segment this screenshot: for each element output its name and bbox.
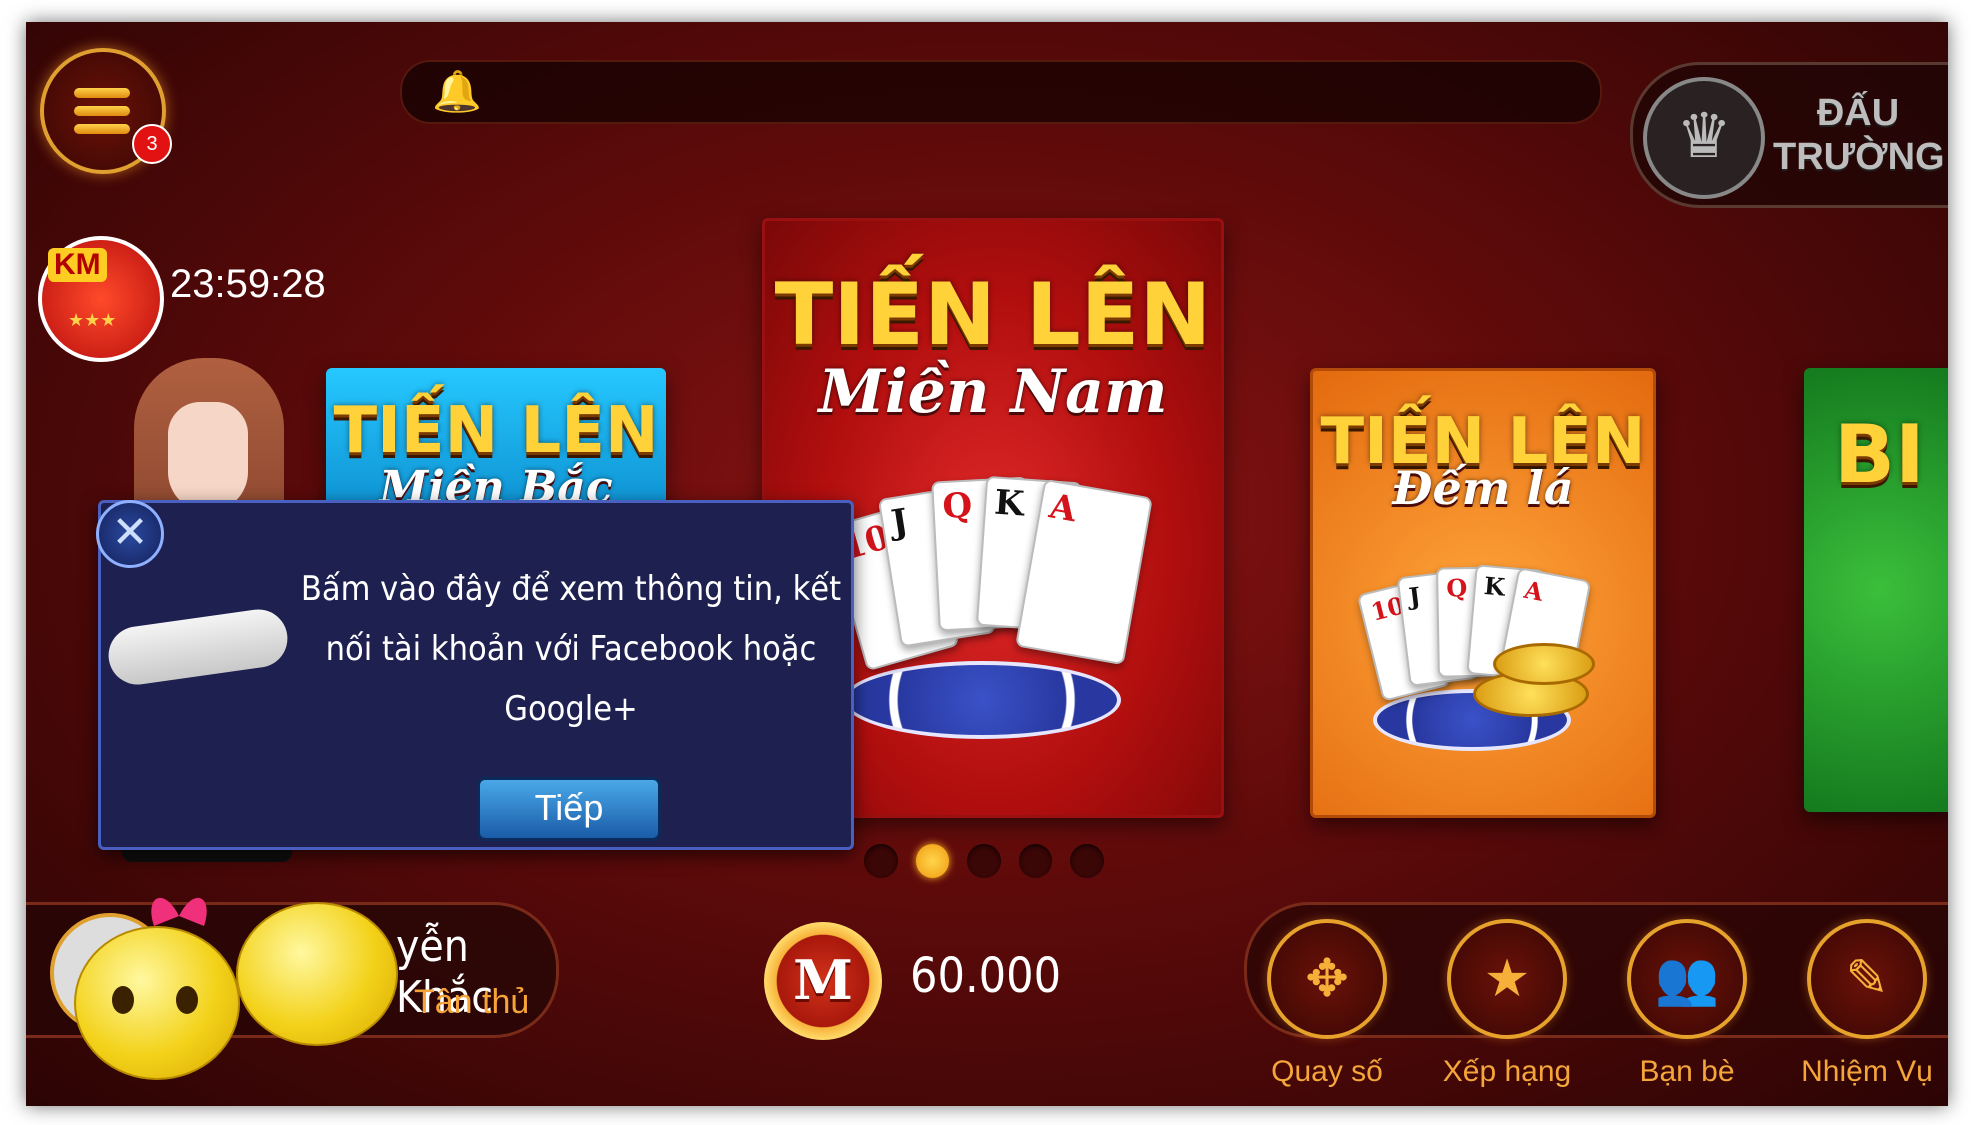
continue-button[interactable]: Tiếp — [477, 777, 661, 841]
bow-icon — [151, 897, 207, 926]
bell-icon: 🔔 — [432, 70, 482, 114]
tooltip-message: Bấm vào đây để xem thông tin, kết nối tà… — [300, 569, 842, 729]
stars-icon: ★★★ — [68, 310, 117, 330]
game-card-tien-len-dem-la[interactable]: TIẾN LÊN Đếm lá 10 J Q K A — [1310, 368, 1656, 818]
close-icon[interactable]: ✕ — [96, 500, 164, 568]
chick-eye — [112, 986, 134, 1014]
carousel-dot[interactable] — [864, 844, 898, 878]
chick-mascot — [74, 926, 240, 1080]
game-card-tien-len-mien-bac[interactable]: TIẾN LÊN Miền Bắc — [326, 368, 666, 518]
roulette-icon: ✥ — [1267, 919, 1387, 1039]
nav-label: Bạn bè — [1639, 1055, 1735, 1088]
bottom-nav: ✥ Quay số ★ Xếp hạng 👥 Bạn bè ✎ Nhiệm Vụ — [1244, 902, 1948, 1088]
chick-eye — [176, 986, 198, 1014]
arena-label: ĐẤU TRƯỜNG — [1773, 91, 1945, 179]
game-subtitle: Miền Nam — [818, 357, 1168, 427]
nav-friends[interactable]: 👥 Bạn bè — [1607, 919, 1767, 1089]
playing-cards-icon: 10 J Q K A — [826, 471, 1153, 672]
game-title: TIẾN LÊN — [333, 394, 659, 468]
star-laurel-icon: ★ — [1447, 919, 1567, 1039]
poker-chip-icon — [843, 661, 1121, 739]
nav-label: Nhiệm Vụ — [1801, 1055, 1933, 1088]
nav-ranking[interactable]: ★ Xếp hạng — [1427, 919, 1587, 1089]
arena-button[interactable]: ♛ ĐẤU TRƯỜNG — [1630, 62, 1948, 208]
game-card-next[interactable]: BI — [1804, 368, 1948, 812]
carousel-dot[interactable] — [915, 844, 950, 878]
game-lobby-screen: 3 🔔 ♛ ĐẤU TRƯỜNG KM ★★★ 23:59:28 TIẾN LÊ… — [26, 22, 1948, 1106]
coin-balance: 60.000 — [910, 948, 1062, 1004]
carousel-dot[interactable] — [1018, 844, 1053, 878]
notification-badge: 3 — [132, 124, 172, 164]
crown-icon: ♛ — [1643, 77, 1765, 199]
arena-label-line1: ĐẤU — [1816, 92, 1900, 134]
promotion-timer: 23:59:28 — [170, 262, 326, 306]
user-rank: Tân thủ — [414, 983, 530, 1021]
game-subtitle: Đếm lá — [1392, 461, 1574, 515]
hamburger-icon — [74, 88, 130, 142]
tutorial-tooltip: Bấm vào đây để xem thông tin, kết nối tà… — [98, 500, 854, 850]
promotion-tag: KM — [48, 248, 107, 282]
carousel-dot[interactable] — [967, 844, 1001, 878]
arena-label-line2: TRƯỜNG — [1773, 136, 1945, 178]
promotion-badge[interactable]: KM ★★★ — [38, 236, 164, 362]
friends-icon: 👥 — [1627, 919, 1747, 1039]
nav-lucky-spin[interactable]: ✥ Quay số — [1247, 919, 1407, 1089]
game-title: TIẾN LÊN — [774, 265, 1212, 365]
nav-missions[interactable]: ✎ Nhiệm Vụ — [1787, 919, 1947, 1089]
game-title: BI — [1834, 408, 1925, 501]
nav-label: Quay số — [1271, 1055, 1383, 1088]
announcement-bar[interactable]: 🔔 — [400, 60, 1602, 124]
nav-label: Xếp hạng — [1442, 1055, 1572, 1088]
add-coin-icon[interactable]: M — [764, 922, 882, 1040]
gold-coins-icon — [1493, 643, 1595, 685]
clipboard-icon: ✎ — [1807, 919, 1927, 1039]
carousel-dot[interactable] — [1070, 844, 1104, 878]
character-face — [168, 402, 248, 512]
chick-mascot — [236, 902, 398, 1046]
carousel-pagination — [864, 844, 1104, 884]
